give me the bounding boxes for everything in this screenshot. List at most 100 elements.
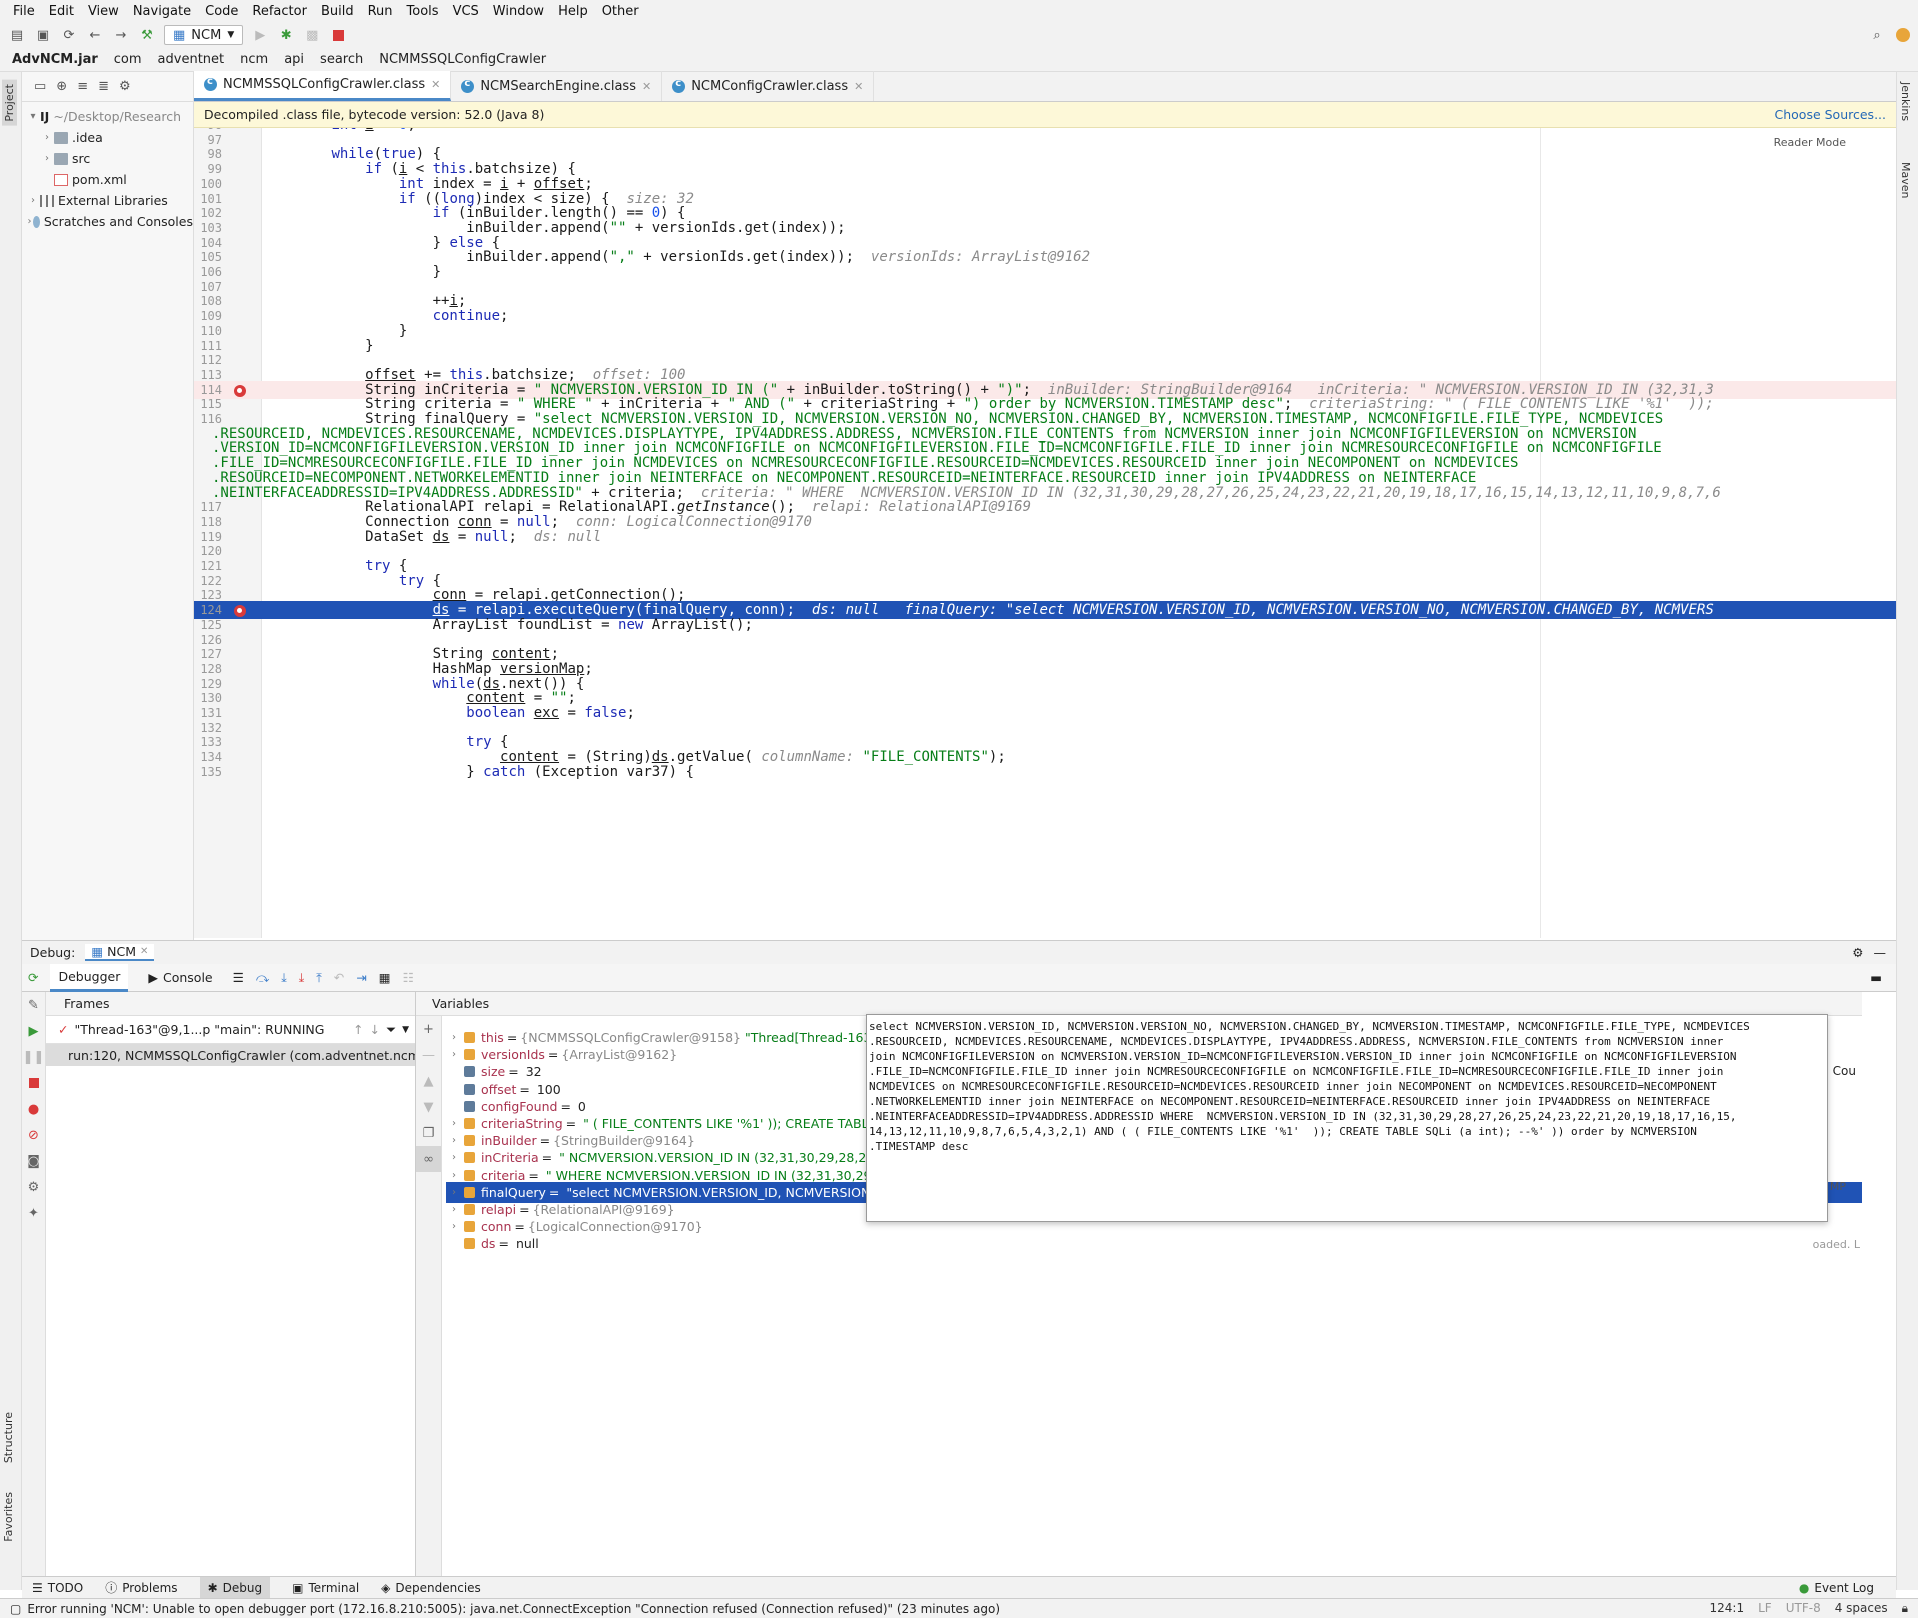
menu-build[interactable]: Build (314, 4, 361, 19)
debug-icon[interactable]: ✱ (277, 26, 295, 44)
run-icon[interactable]: ▶ (251, 26, 269, 44)
debug-session-tab[interactable]: ▦ NCM ✕ (85, 944, 155, 961)
view-mode-icon[interactable]: ▭ (34, 79, 46, 94)
line-separator[interactable]: LF (1758, 1601, 1772, 1616)
chevron-right-icon[interactable]: › (446, 1049, 462, 1060)
tree-item-idea[interactable]: › .idea (22, 127, 193, 148)
tab-terminal[interactable]: ▣ Terminal (292, 1581, 359, 1595)
minimize-icon[interactable]: — (1874, 945, 1887, 960)
tab-debug[interactable]: ✱ Debug (199, 1576, 271, 1599)
breadcrumb-item[interactable]: search (320, 52, 363, 67)
code-line[interactable]: 135 } catch (Exception var37) { (194, 763, 1896, 781)
file-encoding[interactable]: UTF-8 (1786, 1601, 1821, 1616)
chevron-right-icon[interactable]: › (446, 1187, 462, 1198)
tab-console[interactable]: ▶ Console (140, 964, 220, 992)
menu-run[interactable]: Run (361, 4, 400, 19)
tree-item-src[interactable]: › src (22, 148, 193, 169)
menu-tools[interactable]: Tools (400, 4, 446, 19)
forward-icon[interactable]: → (112, 26, 130, 44)
chevron-right-icon[interactable]: › (446, 1152, 462, 1163)
remove-icon[interactable]: — (416, 1042, 441, 1068)
restore-layout-icon[interactable]: ▬ (1870, 970, 1882, 985)
back-icon[interactable]: ← (86, 26, 104, 44)
open-icon[interactable]: ▤ (8, 26, 26, 44)
pause-icon[interactable]: ❚❚ (22, 1044, 45, 1070)
menu-navigate[interactable]: Navigate (126, 4, 198, 19)
down-icon[interactable]: ↓ (370, 1022, 380, 1037)
pin-icon[interactable]: ✦ (22, 1200, 45, 1226)
build-hammer-icon[interactable]: ⚒ (138, 26, 156, 44)
caret-position[interactable]: 124:1 (1710, 1601, 1745, 1616)
close-icon[interactable]: ✕ (140, 946, 148, 957)
expand-all-icon[interactable]: ≡ (77, 79, 88, 94)
filter-icon[interactable]: ⏷ (386, 1022, 396, 1038)
step-out-icon[interactable]: ⤒ (316, 970, 322, 986)
project-tool-tab[interactable]: Project (2, 80, 17, 126)
stop-icon[interactable] (22, 1070, 45, 1096)
breadcrumb-item[interactable]: AdvNCM.jar (12, 52, 98, 67)
maven-tool-tab[interactable]: Maven (1899, 162, 1912, 198)
gear-icon[interactable]: ⚙ (1852, 945, 1863, 960)
status-message[interactable]: Error running 'NCM': Unable to open debu… (27, 1602, 1000, 1616)
sync-icon[interactable]: ⟳ (60, 26, 78, 44)
coverage-icon[interactable]: ▩ (303, 26, 321, 44)
glasses-icon[interactable]: ∞ (416, 1146, 441, 1172)
force-step-into-icon[interactable]: ⤓ (299, 970, 305, 986)
move-down-icon[interactable]: ▼ (416, 1094, 441, 1120)
drop-frame-icon[interactable]: ↶ (334, 970, 344, 985)
stack-frame-row[interactable]: run:120, NCMMSSQLConfigCrawler (com.adve… (46, 1044, 415, 1066)
close-icon[interactable]: ✕ (642, 80, 651, 93)
trace-icon[interactable]: ☷ (403, 970, 414, 985)
menu-vcs[interactable]: VCS (446, 4, 486, 19)
run-config-select[interactable]: ▦ NCM ▼ (164, 25, 244, 45)
menu-window[interactable]: Window (486, 4, 551, 19)
structure-tool-tab[interactable]: Structure (2, 1412, 15, 1463)
update-icon[interactable] (1894, 26, 1912, 44)
thread-selector[interactable]: ✓ "Thread-163"@9,1...p "main": RUNNING ↑… (46, 1016, 415, 1044)
breadcrumb-item[interactable]: adventnet (158, 52, 225, 67)
collapse-all-icon[interactable]: ≣ (98, 79, 109, 94)
move-up-icon[interactable]: ▲ (416, 1068, 441, 1094)
step-into-icon[interactable]: ⤓ (281, 970, 287, 986)
jenkins-tool-tab[interactable]: Jenkins (1899, 82, 1912, 121)
run-to-cursor-icon[interactable]: ⇥ (356, 970, 366, 985)
menu-refactor[interactable]: Refactor (245, 4, 314, 19)
tab-todo[interactable]: ☰ TODO (32, 1581, 83, 1595)
choose-sources-link[interactable]: Choose Sources... (1775, 107, 1887, 122)
breadcrumb-item[interactable]: NCMMSSQLConfigCrawler (379, 52, 546, 67)
resume-icon[interactable]: ▶ (22, 1018, 45, 1044)
search-icon[interactable]: ⌕ (1868, 26, 1886, 44)
breadcrumb-item[interactable]: ncm (240, 52, 268, 67)
add-watch-icon[interactable]: + (416, 1016, 441, 1042)
lock-icon[interactable]: 🔒︎ (1902, 1601, 1908, 1616)
stop-icon[interactable] (329, 26, 347, 44)
menu-other[interactable]: Other (595, 4, 646, 19)
close-icon[interactable]: ✕ (431, 78, 440, 91)
gear-icon[interactable]: ⚙ (119, 79, 131, 94)
up-icon[interactable]: ↑ (353, 1022, 363, 1037)
breadcrumb-item[interactable]: com (114, 52, 142, 67)
save-icon[interactable]: ▣ (34, 26, 52, 44)
chevron-right-icon[interactable]: › (446, 1221, 462, 1232)
chevron-right-icon[interactable]: › (446, 1118, 462, 1129)
tab-event-log[interactable]: ● Event Log (1799, 1581, 1874, 1595)
chevron-right-icon[interactable]: › (446, 1032, 462, 1043)
variable-row[interactable]: ds = null (446, 1233, 1862, 1254)
tab-debugger[interactable]: Debugger (50, 963, 129, 992)
tree-item-scratches[interactable]: › Scratches and Consoles (22, 211, 193, 232)
code-editor[interactable]: 96 int i = 0;9798 while(true) {99 if (i … (194, 128, 1896, 938)
copy-icon[interactable]: ❐ (416, 1120, 441, 1146)
chevron-right-icon[interactable]: › (446, 1135, 462, 1146)
tab-dependencies[interactable]: ◈ Dependencies (381, 1581, 481, 1595)
tree-item-external-libraries[interactable]: › External Libraries (22, 190, 193, 211)
tab-ncmmssqlconfigcrawler[interactable]: NCMMSSQLConfigCrawler.class ✕ (194, 71, 452, 101)
evaluate-icon[interactable]: ▦ (379, 970, 391, 985)
camera-icon[interactable]: ◙ (22, 1148, 45, 1174)
menu-file[interactable]: File (6, 4, 42, 19)
tab-ncmconfigcrawler[interactable]: NCMConfigCrawler.class ✕ (662, 71, 875, 101)
rerun-icon[interactable]: ⟳ (28, 970, 38, 985)
menu-help[interactable]: Help (551, 4, 595, 19)
menu-edit[interactable]: Edit (42, 4, 81, 19)
menu-code[interactable]: Code (198, 4, 245, 19)
tree-root[interactable]: ▾ IJ ~/Desktop/Research (22, 106, 193, 127)
